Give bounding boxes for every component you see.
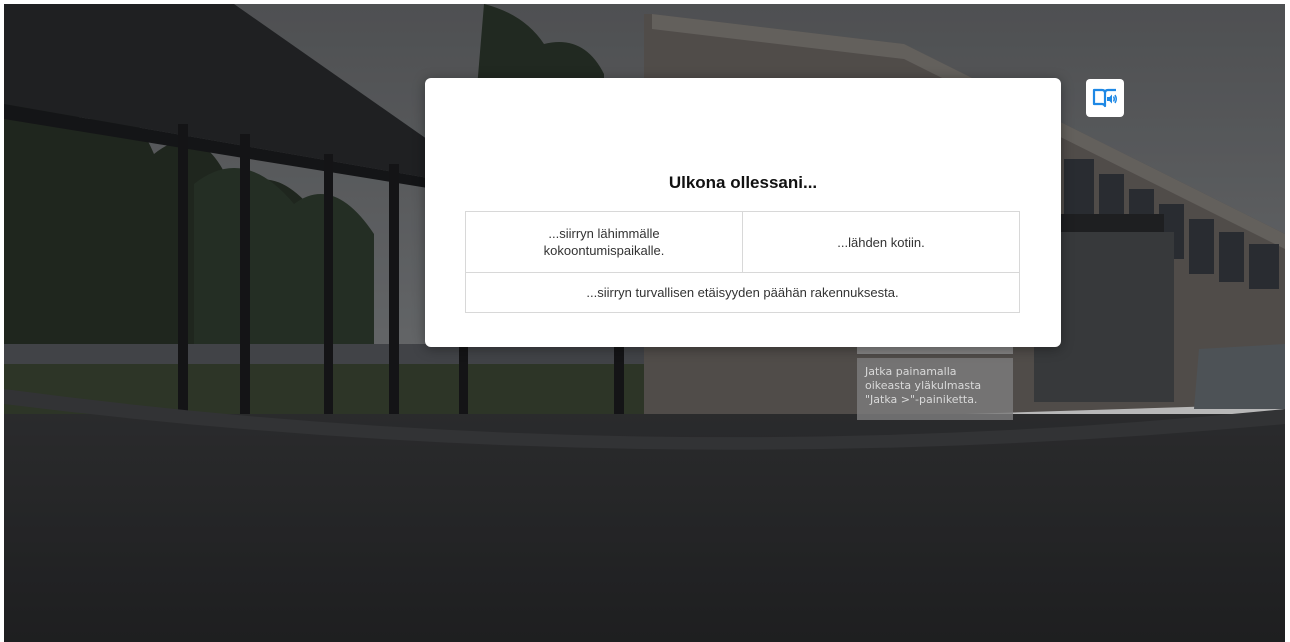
audio-book-icon — [1092, 88, 1117, 108]
question-dialog: Ulkona ollessani... ...siirryn lähimmäll… — [425, 78, 1061, 347]
panorama-viewport[interactable]: Jatka painamalla oikeasta yläkulmasta "J… — [4, 4, 1285, 642]
audio-button[interactable] — [1086, 79, 1124, 117]
continue-hint: Jatka painamalla oikeasta yläkulmasta "J… — [857, 358, 1013, 420]
answer-option-assembly-point[interactable]: ...siirryn lähimmälle kokoontumispaikall… — [466, 212, 743, 273]
answer-option-safe-distance[interactable]: ...siirryn turvallisen etäisyyden päähän… — [466, 273, 1019, 312]
answer-option-go-home[interactable]: ...lähden kotiin. — [743, 212, 1019, 273]
dialog-title: Ulkona ollessani... — [668, 173, 818, 192]
answer-options: ...siirryn lähimmälle kokoontumispaikall… — [465, 211, 1020, 313]
